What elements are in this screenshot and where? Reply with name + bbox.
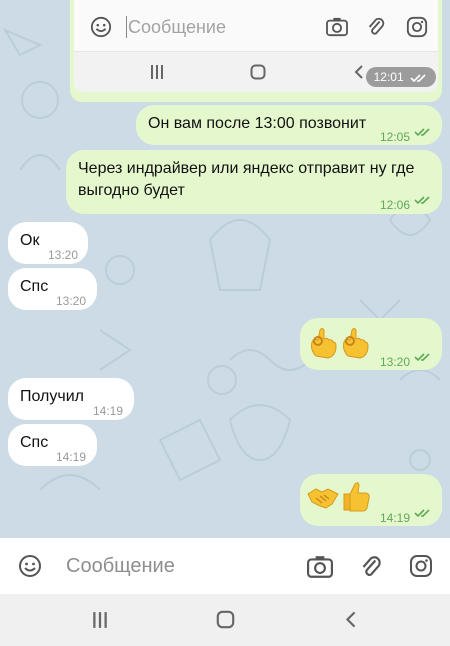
message-time: 14:19 <box>56 450 87 464</box>
double-check-icon <box>414 353 430 362</box>
outgoing-emoji-message[interactable]: 13:20 <box>300 318 442 370</box>
double-check-icon <box>414 509 430 518</box>
back-icon[interactable] <box>345 610 357 629</box>
chat-area[interactable]: Сообщение 12:01 Он вам после 13:00 позво… <box>0 0 450 538</box>
message-time: 14:19 <box>93 404 124 418</box>
ok-hand-emoji-icon <box>311 328 337 359</box>
camera-icon[interactable] <box>307 555 333 579</box>
message-time: 12:06 <box>380 198 411 212</box>
message-text-line: выгодно будет <box>78 182 185 199</box>
recents-icon <box>151 65 163 79</box>
handshake-emoji-icon <box>307 488 339 509</box>
instagram-icon[interactable] <box>409 554 433 578</box>
double-check-icon <box>414 128 430 137</box>
message-time: 12:01 <box>373 70 404 84</box>
embedded-input-bar: Сообщение <box>74 0 438 52</box>
message-text: Получил <box>20 388 84 405</box>
home-icon <box>250 64 266 80</box>
message-time: 13:20 <box>56 294 87 308</box>
double-check-icon <box>410 74 426 82</box>
message-time: 13:20 <box>380 355 411 369</box>
outgoing-emoji-message[interactable]: 14:19 <box>300 474 442 526</box>
camera-icon <box>326 17 348 37</box>
paperclip-icon[interactable] <box>360 554 382 580</box>
message-text: Он вам после 13:00 позвонит <box>148 115 367 132</box>
incoming-message[interactable]: Ок 13:20 <box>8 222 88 264</box>
message-text-line: Через индрайвер или яндекс отправит ну г… <box>78 160 415 177</box>
system-navigation-bar <box>0 594 450 646</box>
back-icon <box>354 65 363 79</box>
embedded-placeholder: Сообщение <box>128 17 226 37</box>
paperclip-icon <box>368 17 385 35</box>
home-icon[interactable] <box>216 610 235 629</box>
outgoing-message[interactable]: Он вам после 13:00 позвонит 12:05 <box>136 105 442 145</box>
incoming-message[interactable]: Спс 14:19 <box>8 424 97 466</box>
text-caret <box>126 16 127 38</box>
message-input-bar: Сообщение <box>0 538 450 594</box>
incoming-message[interactable]: Спс 13:20 <box>8 268 97 310</box>
image-timestamp-badge: 12:01 <box>365 67 436 87</box>
message-time: 14:19 <box>380 511 411 525</box>
message-time: 12:05 <box>380 130 411 144</box>
recents-icon[interactable] <box>92 611 108 629</box>
message-time: 13:20 <box>48 248 79 262</box>
double-check-icon <box>414 196 430 205</box>
ok-hand-emoji-icon <box>343 328 369 359</box>
message-text: Ок <box>20 232 40 249</box>
message-text: Спс <box>20 278 49 295</box>
emoji-icon[interactable] <box>18 554 42 578</box>
thumbs-up-emoji-icon <box>343 482 370 512</box>
message-input[interactable]: Сообщение <box>66 555 175 578</box>
instagram-icon <box>406 16 428 38</box>
incoming-message[interactable]: Получил 14:19 <box>8 378 134 420</box>
message-text: Спс <box>20 434 49 451</box>
outgoing-message[interactable]: Через индрайвер или яндекс отправит ну г… <box>66 150 442 214</box>
image-message-bubble[interactable]: Сообщение 12:01 <box>70 0 442 102</box>
emoji-icon <box>90 16 112 38</box>
